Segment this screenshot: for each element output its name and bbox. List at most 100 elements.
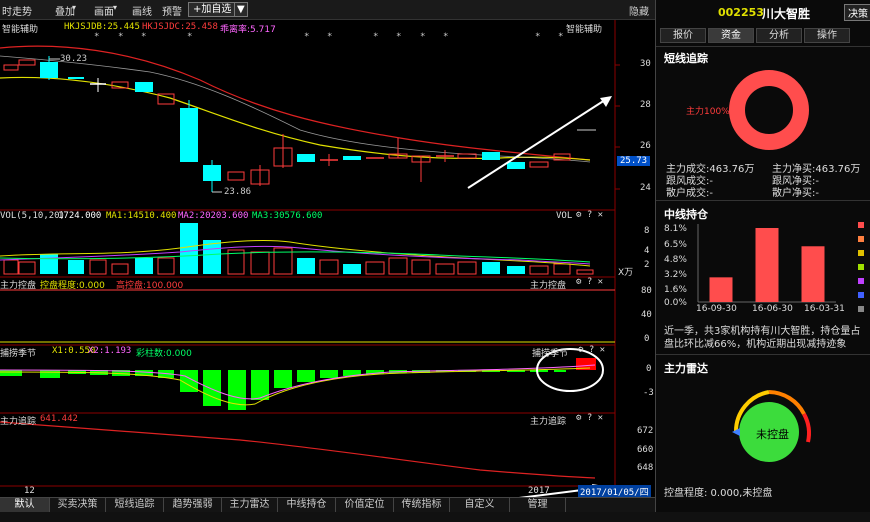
star-icon: * <box>304 32 310 42</box>
stock-name: 川大智胜 <box>762 7 811 21</box>
rtab-operate[interactable]: 操作 <box>804 28 850 43</box>
mid-hold-chart <box>697 224 836 303</box>
kline-chart-area[interactable]: 智能辅助 HKJSJDB:25.445 HKJSJDC:25.458 乖离率:5… <box>0 20 655 498</box>
bzjj-bars: 彩柱数:0.000 <box>136 349 192 359</box>
retail-deal: 散户成交:- <box>666 188 713 199</box>
year-label: 2017 <box>528 486 550 496</box>
chart-title: 智能辅助 <box>2 25 39 35</box>
vol-title-right: VOL <box>556 211 573 221</box>
menu-timeshare[interactable]: 时走势 <box>2 3 32 18</box>
hide-button[interactable]: 隐藏 <box>629 3 649 18</box>
vol-tick: 8 <box>644 226 650 236</box>
add-favorite-button[interactable]: +加自选 <box>188 2 237 17</box>
chart-title-right: 智能辅助 <box>566 25 603 35</box>
star-icon: * <box>420 32 426 42</box>
dropdown-arrow-icon[interactable]: ▼ <box>234 2 248 17</box>
zkp-tick: 40 <box>641 310 652 320</box>
tab-trade-decision[interactable]: 买卖决策 <box>50 498 106 513</box>
candles <box>3 56 596 192</box>
mid-y-tick: 6.5% <box>664 240 687 250</box>
high-price-label: 30.23 <box>60 54 88 64</box>
stock-code: 002253 <box>718 6 764 19</box>
vol-unit: X万 <box>618 268 634 278</box>
donut-label: 主力100% <box>686 107 730 117</box>
vol-value: 1724.000 <box>58 211 102 221</box>
legend-swatch <box>858 278 864 284</box>
mid-y-tick: 1.6% <box>664 285 687 295</box>
radar-degree-text: 控盘程度: 0.000,未控盘 <box>664 488 773 499</box>
star-icon: * <box>443 32 449 42</box>
legend-swatch <box>858 250 864 256</box>
tab-main-radar[interactable]: 主力雷达 <box>222 498 278 513</box>
price-tick: 28 <box>640 100 651 110</box>
tab-manage[interactable]: 管理 <box>510 498 566 513</box>
chevron-down-icon: ▾ <box>72 3 77 12</box>
star-icon: * <box>118 32 124 42</box>
tab-custom[interactable]: 自定义 <box>450 498 510 513</box>
low-price-label: 23.86 <box>224 187 252 197</box>
tab-default[interactable]: 默认 <box>0 498 50 513</box>
rtab-analysis[interactable]: 分析 <box>756 28 802 43</box>
gear-icon[interactable]: ⚙ ? ✕ <box>576 210 603 220</box>
bzjj-tick: 0 <box>646 364 652 374</box>
mid-hold-bar <box>709 277 733 302</box>
mid-hold-bar <box>801 246 825 302</box>
gear-icon[interactable]: ⚙ ? ✕ <box>578 345 605 355</box>
legend-swatch <box>858 292 864 298</box>
tab-traditional-indicator[interactable]: 传统指标 <box>394 498 450 513</box>
mid-y-tick: 0.0% <box>664 298 687 308</box>
mid-hold-bar <box>755 228 779 302</box>
mid-y-tick: 8.1% <box>664 224 687 234</box>
star-icon: * <box>141 32 147 42</box>
price-tick: 26 <box>640 141 651 151</box>
divider <box>656 46 870 47</box>
tab-trend-strength[interactable]: 趋势强弱 <box>164 498 222 513</box>
zlzz-value: 641.442 <box>40 414 78 424</box>
star-icon: * <box>373 32 379 42</box>
divider <box>656 354 870 355</box>
short-track-donut <box>729 70 809 150</box>
price-tick: 30 <box>640 59 651 69</box>
gear-icon[interactable]: ⚙ ? ✕ <box>576 277 603 287</box>
zkp-tick: 80 <box>641 286 652 296</box>
zlzz-title-right: 主力追踪 <box>530 417 567 427</box>
macd-bars <box>0 358 596 410</box>
mid-hold-desc-2: 盘比环比减66%，机构近期出现减持迹象 <box>664 339 847 350</box>
zlzz-header: 主力追踪 <box>0 417 37 427</box>
tab-value-position[interactable]: 价值定位 <box>336 498 394 513</box>
star-icon: * <box>558 32 564 42</box>
status-bar <box>0 512 870 522</box>
rtab-funds[interactable]: 资金 <box>708 28 754 43</box>
menu-draw-line[interactable]: 画线 <box>132 3 152 18</box>
tab-mid-hold[interactable]: 中线持仓 <box>278 498 336 513</box>
bzjj-header: 捕捞季节 <box>0 349 37 359</box>
zlzz-tick: 660 <box>637 445 654 455</box>
indicator-hkjsjdc: HKJSJDC:25.458 <box>142 22 218 32</box>
vol-header: VOL(5,10,20) <box>0 211 66 221</box>
star-icon: * <box>327 32 333 42</box>
zkp-title-right: 主力控盘 <box>530 281 567 291</box>
indicator-deviation: 乖离率:5.717 <box>220 25 276 35</box>
mid-y-tick: 4.8% <box>664 255 687 265</box>
retail-net-buy: 散户净买:- <box>772 188 819 199</box>
decision-button[interactable]: 决策 <box>844 4 870 21</box>
chevron-down-icon: ▾ <box>113 3 118 12</box>
bzjj-x2: X2:1.193 <box>88 346 132 356</box>
vol-ma2: MA2:20203.600 <box>178 211 249 221</box>
vol-ma3: MA3:30576.600 <box>252 211 323 221</box>
gear-icon[interactable]: ⚙ ? ✕ <box>576 413 603 423</box>
zlzz-tick: 672 <box>637 426 654 436</box>
tab-short-track[interactable]: 短线追踪 <box>106 498 164 513</box>
menu-view[interactable]: 画面 <box>94 3 114 18</box>
legend-swatch <box>858 306 864 312</box>
right-panel: 002253 川大智胜 决策 报价 资金 分析 操作 短线追踪 主力100% 主… <box>655 0 870 512</box>
bzjj-title-right: 捕捞季节 <box>532 349 569 359</box>
mid-x-label: 16-09-30 <box>696 304 737 314</box>
legend-swatch <box>858 236 864 242</box>
zkp-tick: 0 <box>644 334 650 344</box>
menu-alert[interactable]: 预警 <box>162 3 182 18</box>
rtab-quote[interactable]: 报价 <box>660 28 706 43</box>
bzjj-tick: -3 <box>643 388 654 398</box>
zkp-degree: 控盘程度:0.000 <box>40 281 105 291</box>
price-tick: 24 <box>640 183 651 193</box>
